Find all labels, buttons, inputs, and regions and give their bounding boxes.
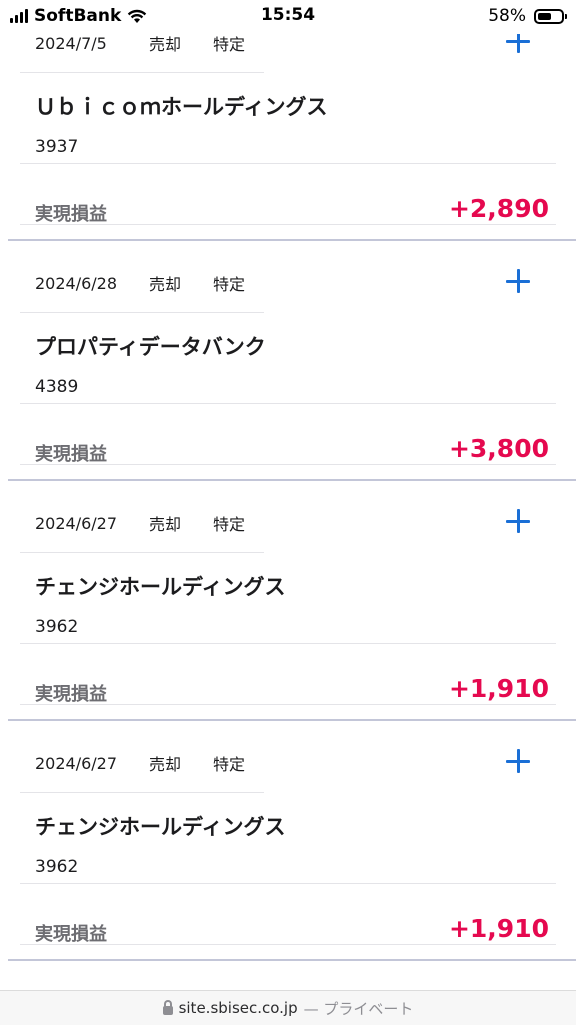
battery-icon	[534, 8, 567, 24]
header-divider	[20, 552, 264, 553]
trade-header: 2024/6/27 売却 特定	[0, 493, 576, 553]
stock-name: Ｕｂｉｃｏｍホールディングス	[35, 95, 328, 119]
row-divider	[20, 704, 556, 705]
pnl-value: +2,890	[448, 194, 549, 223]
private-mode-label: — プライベート	[303, 999, 414, 1018]
stock-code: 4389	[35, 377, 79, 397]
card-separator	[8, 479, 576, 481]
row-divider	[20, 224, 556, 225]
row-divider	[20, 643, 556, 644]
card-separator	[8, 959, 576, 961]
pnl-label: 実現損益	[35, 684, 107, 705]
pnl-label: 実現損益	[35, 924, 107, 945]
plus-icon[interactable]	[506, 508, 532, 534]
header-divider	[20, 72, 264, 73]
row-divider	[20, 163, 556, 164]
card-separator	[8, 239, 576, 241]
plus-icon[interactable]	[506, 268, 532, 294]
trade-date: 2024/7/5	[35, 33, 107, 53]
status-bar: SoftBank 15:54 58%	[0, 0, 576, 34]
stock-name: プロパティデータバンク	[35, 335, 266, 359]
trade-side: 売却	[149, 755, 182, 774]
trade-side: 売却	[149, 275, 182, 294]
pnl-value: +1,910	[448, 914, 549, 943]
pnl-value: +3,800	[448, 434, 549, 463]
trade-side: 売却	[149, 515, 182, 534]
battery-percent: 58%	[488, 6, 526, 26]
stock-code: 3937	[35, 137, 79, 157]
row-divider	[20, 944, 556, 945]
trade-header: 2024/6/28 売却 特定	[0, 253, 576, 313]
trade-header: 2024/6/27 売却 特定	[0, 733, 576, 793]
stock-code: 3962	[35, 857, 79, 877]
url-domain: site.sbisec.co.jp	[178, 999, 298, 1017]
row-divider	[20, 464, 556, 465]
row-divider	[20, 883, 556, 884]
stock-name: チェンジホールディングス	[35, 815, 286, 839]
plus-icon[interactable]	[506, 748, 532, 774]
status-right: 58%	[488, 6, 567, 26]
header-divider	[20, 312, 264, 313]
row-divider	[20, 403, 556, 404]
trade-date: 2024/6/27	[35, 753, 118, 773]
trade-date: 2024/6/28	[35, 273, 118, 293]
pnl-label: 実現損益	[35, 444, 107, 465]
stock-name: チェンジホールディングス	[35, 575, 286, 599]
card-separator	[8, 719, 576, 721]
pnl-label: 実現損益	[35, 204, 107, 225]
url-bar[interactable]: site.sbisec.co.jp — プライベート	[0, 990, 576, 1025]
trade-date: 2024/6/27	[35, 513, 118, 533]
header-divider	[20, 792, 264, 793]
account-type: 特定	[213, 755, 246, 774]
account-type: 特定	[213, 35, 246, 54]
lock-icon	[162, 999, 173, 1015]
pnl-value: +1,910	[448, 674, 549, 703]
stock-code: 3962	[35, 617, 79, 637]
account-type: 特定	[213, 275, 246, 294]
account-type: 特定	[213, 515, 246, 534]
trade-side: 売却	[149, 35, 182, 54]
